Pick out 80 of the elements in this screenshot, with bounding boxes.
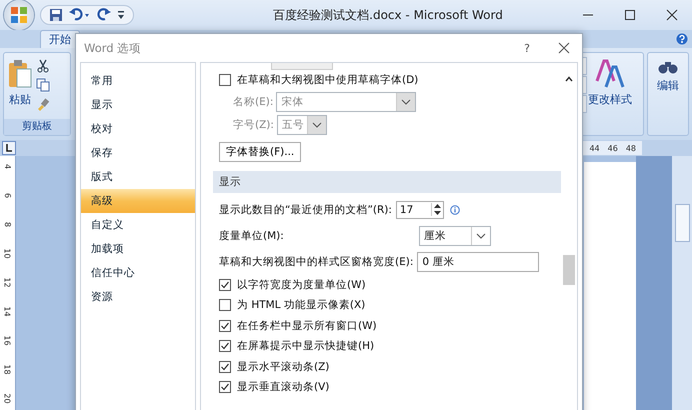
category-item[interactable]: 自定义 (81, 213, 195, 237)
window-title: 百度经验测试文档.docx - Microsoft Word (272, 6, 504, 24)
checkbox[interactable] (219, 74, 231, 86)
ruler-number: 16 (2, 335, 13, 346)
ruler-number: 48 (626, 144, 636, 152)
redo-icon[interactable] (97, 8, 111, 22)
category-item[interactable]: 信任中心 (81, 261, 195, 285)
field-label: 字号(Z): (233, 118, 274, 132)
maximize-icon[interactable] (624, 9, 636, 21)
dialog-title: Word 选项 (84, 40, 142, 56)
scroll-thumb[interactable] (563, 255, 575, 285)
number-field[interactable]: 17 (396, 200, 444, 218)
section-title: 显示 (219, 174, 241, 188)
customize-icon[interactable] (117, 10, 125, 20)
group-label: 剪贴板 (22, 121, 52, 132)
field-label: 草稿和大纲视图中的样式区窗格宽度(E): (219, 254, 414, 268)
help-icon[interactable] (676, 33, 688, 45)
paste-button[interactable]: 粘贴 (4, 57, 36, 109)
ruler-number: 4 (2, 164, 13, 170)
category-item[interactable]: 校对 (81, 117, 195, 141)
category-item[interactable]: 显示 (81, 93, 195, 117)
dropdown[interactable]: 厘米 (419, 226, 491, 246)
category-item[interactable]: 加载项 (81, 237, 195, 261)
field-label: 名称(E): (233, 95, 274, 109)
category-item[interactable]: 资源 (81, 285, 195, 309)
close-icon[interactable] (558, 42, 570, 54)
scroll-thumb[interactable] (675, 204, 690, 242)
ruler-number: 8 (2, 222, 13, 228)
checkbox[interactable] (219, 299, 231, 312)
undo-icon[interactable] (69, 8, 91, 22)
category-item[interactable]: 保存 (81, 141, 195, 165)
chevron-icon (306, 116, 326, 134)
office-button[interactable] (4, 0, 34, 30)
checkbox-label: 在草稿和大纲视图中使用草稿字体(D) (237, 73, 418, 88)
ruler-number: 44 (589, 144, 600, 152)
checkbox-label: 以字符宽度为度量单位(W) (237, 278, 366, 292)
binoculars-icon (657, 59, 679, 75)
ruler-number: 20 (2, 393, 13, 404)
category-item[interactable]: 高级 (81, 189, 195, 213)
checkbox[interactable] (219, 360, 231, 373)
font-substitution-button[interactable]: 字体替换(F)... (219, 142, 302, 162)
field-label: 显示此数目的“最近使用的文档”(R): (219, 202, 392, 216)
ruler-number: 14 (2, 306, 13, 317)
info-icon (450, 204, 460, 214)
category-item[interactable]: 版式 (81, 165, 195, 189)
chevron-icon (396, 93, 416, 111)
category-item[interactable]: 常用 (81, 69, 195, 93)
field-label: 度量单位(M): (219, 228, 285, 242)
checkbox[interactable] (219, 340, 231, 352)
copy-icon[interactable] (36, 78, 50, 92)
checkbox-label: 在屏幕提示中显示快捷键(H) (237, 339, 374, 354)
checkbox[interactable] (219, 320, 231, 332)
scrollbar[interactable] (672, 156, 692, 410)
letters-icon (595, 59, 625, 89)
down-arrow-icon[interactable] (432, 210, 442, 216)
up-arrow-icon[interactable] (432, 203, 442, 209)
clipboard-icon (7, 59, 33, 89)
scissors-icon[interactable] (36, 59, 50, 73)
close-icon[interactable] (666, 9, 678, 21)
ruler-number: 46 (608, 144, 618, 152)
ruler-number: 12 (2, 277, 13, 288)
ribbon-tab[interactable]: 开始 (40, 30, 80, 48)
checkbox-label: 为 HTML 功能显示像素(X) (237, 298, 366, 312)
change-styles-button[interactable]: 更改样式 (587, 57, 633, 109)
checkbox-label: 显示垂直滚动条(V) (237, 380, 330, 394)
ruler-number: 18 (2, 364, 13, 375)
input-field[interactable]: 0 厘米 (417, 252, 540, 272)
checkbox[interactable] (219, 381, 231, 394)
editing-button[interactable]: 编辑 (654, 57, 682, 95)
brush-icon[interactable] (36, 97, 50, 111)
tab-selector-icon[interactable] (2, 141, 16, 155)
help-button[interactable]: ? (524, 42, 530, 54)
scroll-up-icon[interactable] (564, 75, 574, 83)
save-icon[interactable] (49, 8, 63, 22)
ruler-number: 10 (2, 248, 13, 259)
checkbox[interactable] (219, 278, 231, 291)
checkbox-label: 显示水平滚动条(Z) (237, 360, 330, 374)
logo-icon (10, 6, 28, 24)
checkbox-label: 在任务栏中显示所有窗口(W) (237, 318, 377, 333)
ruler-number: 6 (2, 192, 13, 198)
